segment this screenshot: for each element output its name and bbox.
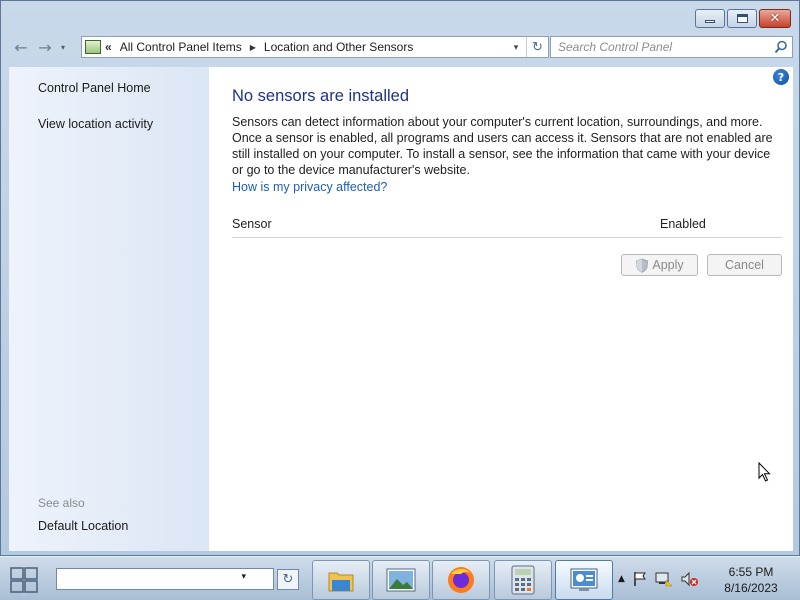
search-input[interactable]: Search Control Panel — [558, 40, 672, 54]
minimize-icon — [705, 20, 715, 23]
calculator-taskbar-button[interactable] — [494, 560, 552, 600]
start-button[interactable] — [6, 565, 42, 595]
breadcrumb-overflow[interactable]: « — [105, 40, 112, 54]
breadcrumb-location-and-other-sensors[interactable]: Location and Other Sensors — [264, 40, 413, 54]
address-bar[interactable]: « All Control Panel Items ▶ Location and… — [81, 36, 549, 58]
photo-viewer-taskbar-button[interactable] — [372, 560, 430, 600]
cancel-label: Cancel — [725, 258, 764, 272]
minimize-button[interactable] — [695, 9, 725, 28]
refresh-icon: ↻ — [282, 572, 294, 587]
help-icon[interactable]: ? — [773, 69, 789, 85]
breadcrumb-separator-icon[interactable]: ▶ — [250, 43, 256, 52]
default-location-link[interactable]: Default Location — [38, 519, 128, 533]
notification-area: ▲ — [618, 571, 699, 587]
search-icon[interactable] — [774, 40, 788, 54]
chevron-down-icon: ▾ — [60, 42, 65, 52]
view-location-activity-link[interactable]: View location activity — [38, 117, 153, 131]
breadcrumb-all-control-panel-items[interactable]: All Control Panel Items — [120, 40, 242, 54]
maximize-icon — [736, 14, 748, 23]
apply-button[interactable]: Apply — [621, 254, 698, 276]
control-panel-icon — [85, 40, 101, 54]
action-center-flag-icon[interactable] — [633, 571, 647, 587]
content-pane: ? No sensors are installed Sensors can d… — [209, 67, 793, 551]
firefox-icon — [448, 567, 474, 593]
clock-date: 8/16/2023 — [724, 581, 778, 595]
caption-buttons: ✕ — [695, 9, 791, 28]
control-panel-icon — [570, 568, 598, 591]
control-panel-window: ✕ ← → ▾ « All Control Panel Items ▶ Loca… — [0, 0, 800, 556]
show-hidden-icons-button[interactable]: ▲ — [618, 574, 625, 584]
header-divider — [232, 237, 782, 238]
control-panel-taskbar-button[interactable] — [555, 560, 613, 600]
chevron-down-icon: ▾ — [513, 41, 519, 52]
network-icon[interactable] — [655, 571, 673, 587]
taskbar-address-input[interactable]: ▾ — [56, 568, 274, 590]
photo-icon — [386, 568, 416, 592]
forward-arrow-icon: → — [38, 37, 52, 57]
folder-icon — [328, 572, 354, 592]
address-dropdown-button[interactable]: ▾ — [508, 37, 524, 57]
back-arrow-icon: ← — [14, 37, 28, 57]
control-panel-home-link[interactable]: Control Panel Home — [38, 81, 151, 95]
refresh-button[interactable]: ↻ — [526, 37, 548, 57]
page-title: No sensors are installed — [232, 87, 410, 105]
back-button[interactable]: ← — [9, 36, 33, 58]
forward-button[interactable]: → — [33, 36, 57, 58]
enabled-column-header: Enabled — [660, 217, 706, 231]
uac-shield-icon — [636, 258, 649, 273]
sensor-column-header: Sensor — [232, 217, 272, 231]
file-explorer-taskbar-button[interactable] — [312, 560, 370, 600]
navigation-bar: ← → ▾ « All Control Panel Items ▶ Locati… — [9, 35, 793, 59]
refresh-icon: ↻ — [532, 39, 543, 54]
windows-logo-icon — [10, 567, 38, 593]
see-also-heading: See also — [38, 496, 85, 510]
tasks-pane: Control Panel Home View location activit… — [9, 67, 209, 551]
mouse-pointer-icon — [758, 462, 771, 482]
chevron-down-icon[interactable]: ▾ — [241, 572, 246, 582]
help-glyph: ? — [777, 70, 785, 84]
volume-muted-icon[interactable] — [681, 571, 699, 587]
maximize-button[interactable] — [727, 9, 757, 28]
close-button[interactable]: ✕ — [759, 9, 791, 28]
apply-label: Apply — [652, 258, 684, 272]
sensors-description: Sensors can detect information about you… — [232, 115, 773, 177]
system-clock[interactable]: 6:55 PM 8/16/2023 — [718, 564, 784, 596]
taskbar: ▾ ↻ ▲ 6:55 PM 8/16/2023 — [0, 556, 800, 600]
firefox-taskbar-button[interactable] — [432, 560, 490, 600]
calculator-icon — [511, 565, 535, 595]
close-icon: ✕ — [769, 11, 781, 26]
recent-pages-dropdown[interactable]: ▾ — [57, 43, 69, 52]
search-box[interactable]: Search Control Panel — [550, 36, 793, 58]
privacy-link[interactable]: How is my privacy affected? — [232, 180, 387, 194]
taskbar-address-go-button[interactable]: ↻ — [277, 569, 299, 590]
clock-time: 6:55 PM — [728, 565, 774, 579]
cancel-button[interactable]: Cancel — [707, 254, 782, 276]
